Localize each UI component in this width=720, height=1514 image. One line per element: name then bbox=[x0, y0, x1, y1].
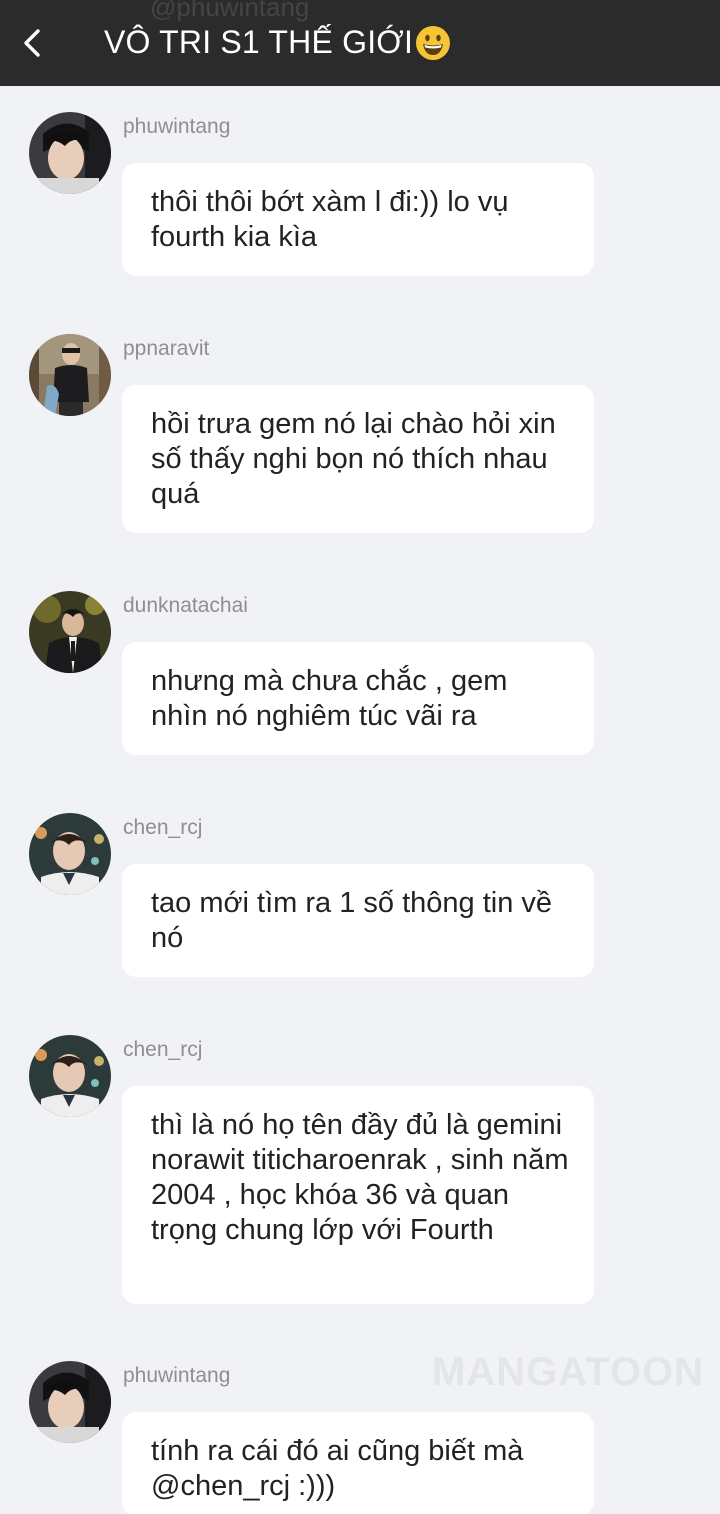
watermark: MANGATOON bbox=[432, 1350, 704, 1394]
username[interactable]: phuwintang bbox=[123, 115, 230, 139]
header-ghost-text: @phuwintang bbox=[150, 0, 310, 22]
avatar[interactable] bbox=[29, 591, 111, 673]
message-bubble: nhưng mà chưa chắc , gem nhìn nó nghiêm … bbox=[122, 642, 594, 755]
username[interactable]: chen_rcj bbox=[123, 1038, 202, 1062]
avatar[interactable] bbox=[29, 112, 111, 194]
message-bubble: tính ra cái đó ai cũng biết mà @chen_rcj… bbox=[122, 1412, 594, 1514]
message-bubble: tao mới tìm ra 1 số thông tin về nó bbox=[122, 864, 594, 977]
avatar[interactable] bbox=[29, 334, 111, 416]
chevron-left-icon bbox=[24, 29, 40, 57]
avatar[interactable] bbox=[29, 813, 111, 895]
back-button[interactable] bbox=[10, 18, 54, 68]
message-bubble: hồi trưa gem nó lại chào hỏi xin số thấy… bbox=[122, 385, 594, 533]
username[interactable]: dunknatachai bbox=[123, 594, 248, 618]
avatar[interactable] bbox=[29, 1035, 111, 1117]
page-title: VÔ TRI S1 THẾ GIỚI bbox=[104, 24, 451, 61]
grinning-face-icon bbox=[415, 25, 451, 61]
message-bubble: thôi thôi bớt xàm l đi:)) lo vụ fourth k… bbox=[122, 163, 594, 276]
username[interactable]: chen_rcj bbox=[123, 816, 202, 840]
username[interactable]: phuwintang bbox=[123, 1364, 230, 1388]
top-bar: @phuwintang VÔ TRI S1 THẾ GIỚI bbox=[0, 0, 720, 86]
username[interactable]: ppnaravit bbox=[123, 337, 209, 361]
message-bubble: thì là nó họ tên đầy đủ là gemini norawi… bbox=[122, 1086, 594, 1304]
page-title-text: VÔ TRI S1 THẾ GIỚI bbox=[104, 24, 414, 60]
avatar[interactable] bbox=[29, 1361, 111, 1443]
